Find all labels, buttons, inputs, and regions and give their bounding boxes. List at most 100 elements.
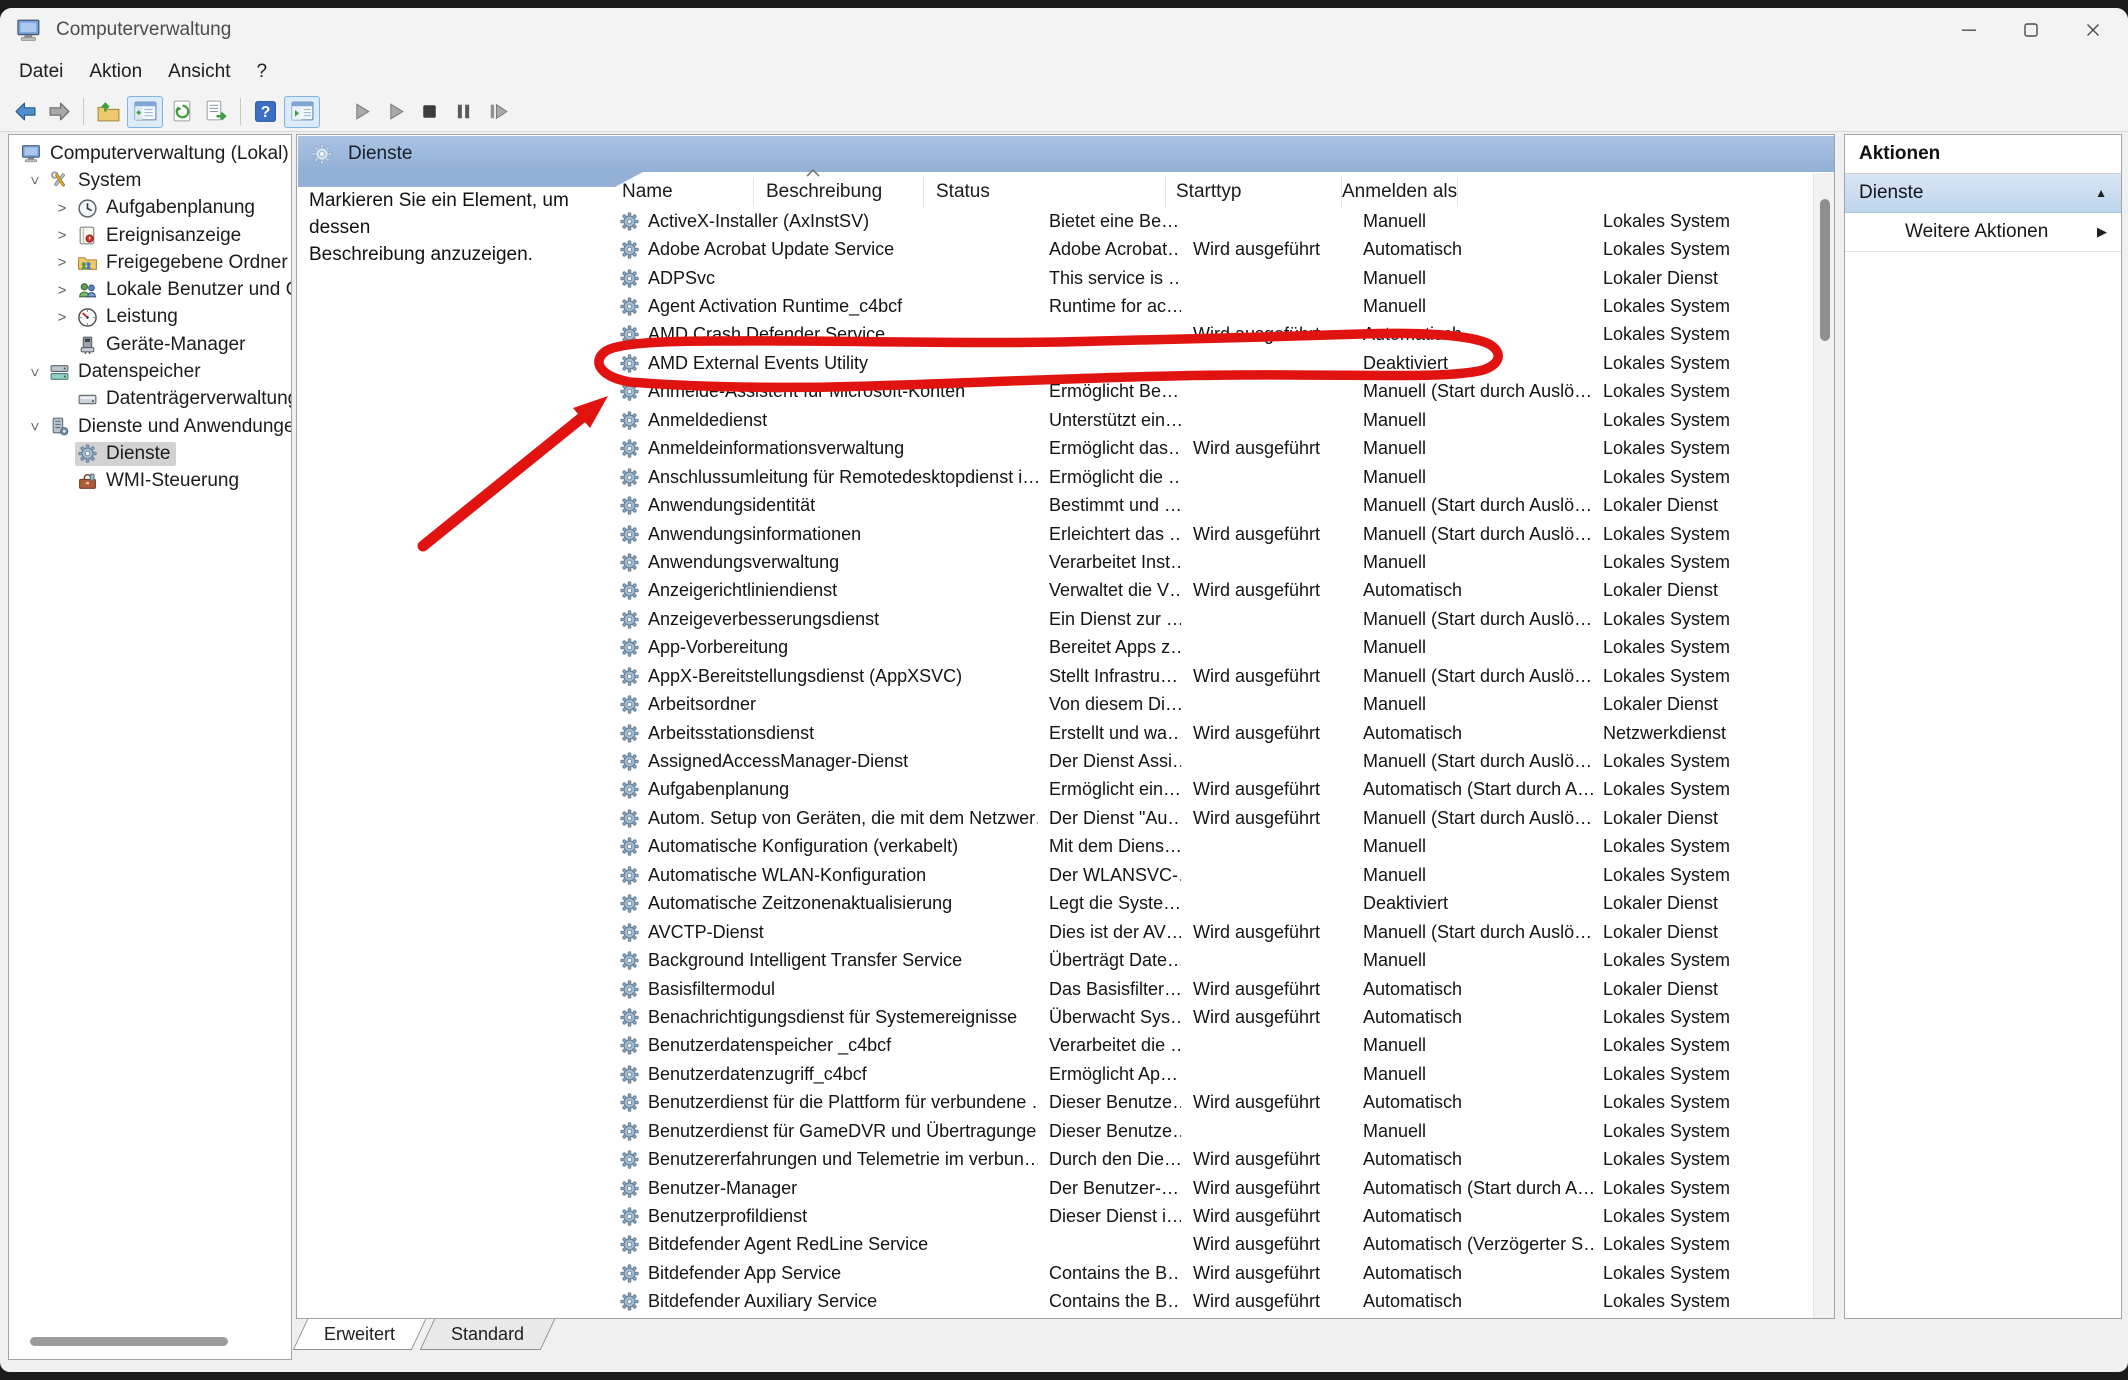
show-tree-icon[interactable] bbox=[93, 97, 123, 127]
table-row[interactable]: Basisfiltermodul Das Basisfilter… Wird a… bbox=[611, 975, 1809, 1003]
expander-icon[interactable] bbox=[21, 172, 47, 189]
column-header[interactable]: Starttyp bbox=[1166, 177, 1342, 207]
selection-hint: Markieren Sie ein Element, um dessen Bes… bbox=[309, 187, 605, 268]
resume-icon[interactable] bbox=[482, 97, 512, 127]
table-row[interactable]: Autom. Setup von Geräten, die mit dem Ne… bbox=[611, 804, 1809, 832]
expander-icon[interactable] bbox=[49, 200, 75, 217]
sidebar-item[interactable]: System bbox=[9, 167, 291, 194]
table-row[interactable]: Benutzerdatenspeicher _c4bcf Verarbeitet… bbox=[611, 1032, 1809, 1060]
table-row[interactable]: Automatische WLAN-Konfiguration Der WLAN… bbox=[611, 861, 1809, 889]
expander-icon[interactable] bbox=[21, 364, 47, 381]
pause-icon[interactable] bbox=[448, 97, 478, 127]
table-row[interactable]: Bitdefender Agent RedLine Service Wird a… bbox=[611, 1231, 1809, 1259]
menu-item[interactable]: Datei bbox=[6, 57, 76, 87]
sidebar-item[interactable]: Ereignisanzeige bbox=[9, 222, 291, 249]
expander-icon[interactable] bbox=[49, 309, 75, 326]
export-list-icon[interactable] bbox=[201, 97, 231, 127]
actions-item-weitere-aktionen[interactable]: Weitere Aktionen ▶ bbox=[1845, 213, 2121, 252]
column-header[interactable]: Anmelden als bbox=[1342, 177, 1458, 207]
sidebar-item[interactable]: Dienste bbox=[9, 440, 291, 467]
table-row[interactable]: Anmeldeinformationsverwaltung Ermöglicht… bbox=[611, 435, 1809, 463]
table-row[interactable]: AVCTP-Dienst Dies ist der AV… Wird ausge… bbox=[611, 918, 1809, 946]
table-row[interactable]: ADPSvc This service is … Manuell Lokaler… bbox=[611, 264, 1809, 292]
menu-item[interactable]: ? bbox=[243, 57, 280, 87]
table-row[interactable]: AMD Crash Defender Service Wird ausgefüh… bbox=[611, 321, 1809, 349]
table-row[interactable]: Arbeitsstationsdienst Erstellt und wa… W… bbox=[611, 719, 1809, 747]
play-icon[interactable] bbox=[346, 97, 376, 127]
sidebar-item[interactable]: Geräte-Manager bbox=[9, 331, 291, 358]
table-row[interactable]: Anwendungsinformationen Erleichtert das … bbox=[611, 520, 1809, 548]
table-row[interactable]: AssignedAccessManager-Dienst Der Dienst … bbox=[611, 747, 1809, 775]
help-icon[interactable]: ? bbox=[250, 97, 280, 127]
table-row[interactable]: Anmelde-Assistent für Microsoft-Konten E… bbox=[611, 378, 1809, 406]
table-row[interactable]: Automatische Zeitzonenaktualisierung Leg… bbox=[611, 890, 1809, 918]
menu-item[interactable]: Aktion bbox=[76, 57, 155, 87]
table-row[interactable]: Anzeigerichtliniendienst Verwaltet die V… bbox=[611, 577, 1809, 605]
service-logon-as: Lokaler Dienst bbox=[1593, 808, 1769, 829]
console-window-icon[interactable] bbox=[127, 96, 163, 128]
actions-group-dienste[interactable]: Dienste ▲ bbox=[1845, 174, 2121, 213]
expander-icon[interactable] bbox=[49, 227, 75, 244]
table-row[interactable]: Aufgabenplanung Ermöglicht ein… Wird aus… bbox=[611, 776, 1809, 804]
view-tab[interactable]: Standard bbox=[427, 1319, 548, 1350]
table-row[interactable]: Benutzerdatenzugriff_c4bcf Ermöglicht Ap… bbox=[611, 1060, 1809, 1088]
sidebar-item[interactable]: Leistung bbox=[9, 304, 291, 331]
toolbar-button[interactable] bbox=[240, 98, 241, 125]
sidebar-item[interactable]: Computerverwaltung (Lokal) bbox=[9, 140, 291, 167]
column-header[interactable]: Name bbox=[611, 177, 754, 207]
column-header[interactable]: Beschreibung bbox=[754, 177, 924, 207]
menu-item[interactable]: Ansicht bbox=[155, 57, 243, 87]
table-row[interactable]: Bitdefender Auxiliary Service Contains t… bbox=[611, 1288, 1809, 1316]
close-icon[interactable] bbox=[2062, 8, 2124, 52]
sidebar-item[interactable]: Datenspeicher bbox=[9, 358, 291, 385]
table-row[interactable]: Anwendungsidentität Bestimmt und … Manue… bbox=[611, 491, 1809, 519]
table-row[interactable]: AMD External Events Utility Deaktiviert … bbox=[611, 349, 1809, 377]
table-row[interactable]: Benutzerdienst für GameDVR und Übertragu… bbox=[611, 1117, 1809, 1145]
service-gear-icon bbox=[619, 836, 640, 857]
refresh-icon[interactable] bbox=[167, 97, 197, 127]
table-row[interactable]: Anschlussumleitung für Remotedesktopdien… bbox=[611, 463, 1809, 491]
table-row[interactable]: Benutzer-Manager Der Benutzer-… Wird aus… bbox=[611, 1174, 1809, 1202]
back-icon[interactable] bbox=[10, 97, 40, 127]
sidebar-item[interactable]: Dienste und Anwendungen bbox=[9, 413, 291, 440]
table-row[interactable]: Adobe Acrobat Update Service Adobe Acrob… bbox=[611, 235, 1809, 263]
expander-icon[interactable] bbox=[49, 282, 75, 299]
table-row[interactable]: Anzeigeverbesserungsdienst Ein Dienst zu… bbox=[611, 605, 1809, 633]
table-row[interactable]: Anwendungsverwaltung Verarbeitet Inst… M… bbox=[611, 548, 1809, 576]
table-row[interactable]: Agent Activation Runtime_c4bcf Runtime f… bbox=[611, 292, 1809, 320]
table-row[interactable]: Benachrichtigungsdienst für Systemereign… bbox=[611, 1003, 1809, 1031]
stop-icon[interactable] bbox=[414, 97, 444, 127]
sidebar-item[interactable]: Freigegebene Ordner bbox=[9, 249, 291, 276]
table-row[interactable]: Background Intelligent Transfer Service … bbox=[611, 946, 1809, 974]
action-pane-icon[interactable] bbox=[284, 96, 320, 128]
table-row[interactable]: Automatische Konfiguration (verkabelt) M… bbox=[611, 833, 1809, 861]
expander-icon[interactable] bbox=[49, 254, 75, 271]
service-description: Verarbeitet Inst… bbox=[1038, 552, 1181, 573]
table-row[interactable]: Benutzererfahrungen und Telemetrie im ve… bbox=[611, 1145, 1809, 1173]
column-header[interactable]: Status bbox=[924, 177, 1166, 207]
horizontal-scrollbar-thumb[interactable] bbox=[30, 1337, 228, 1346]
vertical-scrollbar[interactable] bbox=[1813, 173, 1835, 1319]
maximize-icon[interactable] bbox=[2000, 8, 2062, 52]
toolbar-button[interactable] bbox=[83, 98, 84, 125]
sidebar-item[interactable]: Lokale Benutzer und Gru bbox=[9, 276, 291, 303]
sidebar-item[interactable]: WMI-Steuerung bbox=[9, 468, 291, 495]
table-row[interactable]: Benutzerdienst für die Plattform für ver… bbox=[611, 1089, 1809, 1117]
table-row[interactable]: ActiveX-Installer (AxInstSV) Bietet eine… bbox=[611, 207, 1809, 235]
table-row[interactable]: AppX-Bereitstellungsdienst (AppXSVC) Ste… bbox=[611, 662, 1809, 690]
minimize-icon[interactable] bbox=[1938, 8, 2000, 52]
collapse-icon[interactable]: ▲ bbox=[2095, 186, 2107, 200]
expander-icon[interactable] bbox=[21, 418, 47, 435]
sidebar-item[interactable]: Datenträgerverwaltung bbox=[9, 386, 291, 413]
table-row[interactable]: App-Vorbereitung Bereitet Apps z… Manuel… bbox=[611, 634, 1809, 662]
view-tab[interactable]: Erweitert bbox=[300, 1319, 419, 1350]
table-row[interactable]: Benutzerprofildienst Dieser Dienst i… Wi… bbox=[611, 1202, 1809, 1230]
table-row[interactable]: Bitdefender App Service Contains the B… … bbox=[611, 1259, 1809, 1287]
table-row[interactable]: Anmeldedienst Unterstützt ein… Manuell L… bbox=[611, 406, 1809, 434]
service-startup-type: Manuell (Start durch Auslö… bbox=[1351, 808, 1593, 829]
play-icon[interactable] bbox=[380, 97, 410, 127]
vertical-scrollbar-thumb[interactable] bbox=[1820, 199, 1830, 341]
table-row[interactable]: Arbeitsordner Von diesem Di… Manuell Lok… bbox=[611, 690, 1809, 718]
sidebar-item[interactable]: Aufgabenplanung bbox=[9, 195, 291, 222]
forward-icon[interactable] bbox=[44, 97, 74, 127]
